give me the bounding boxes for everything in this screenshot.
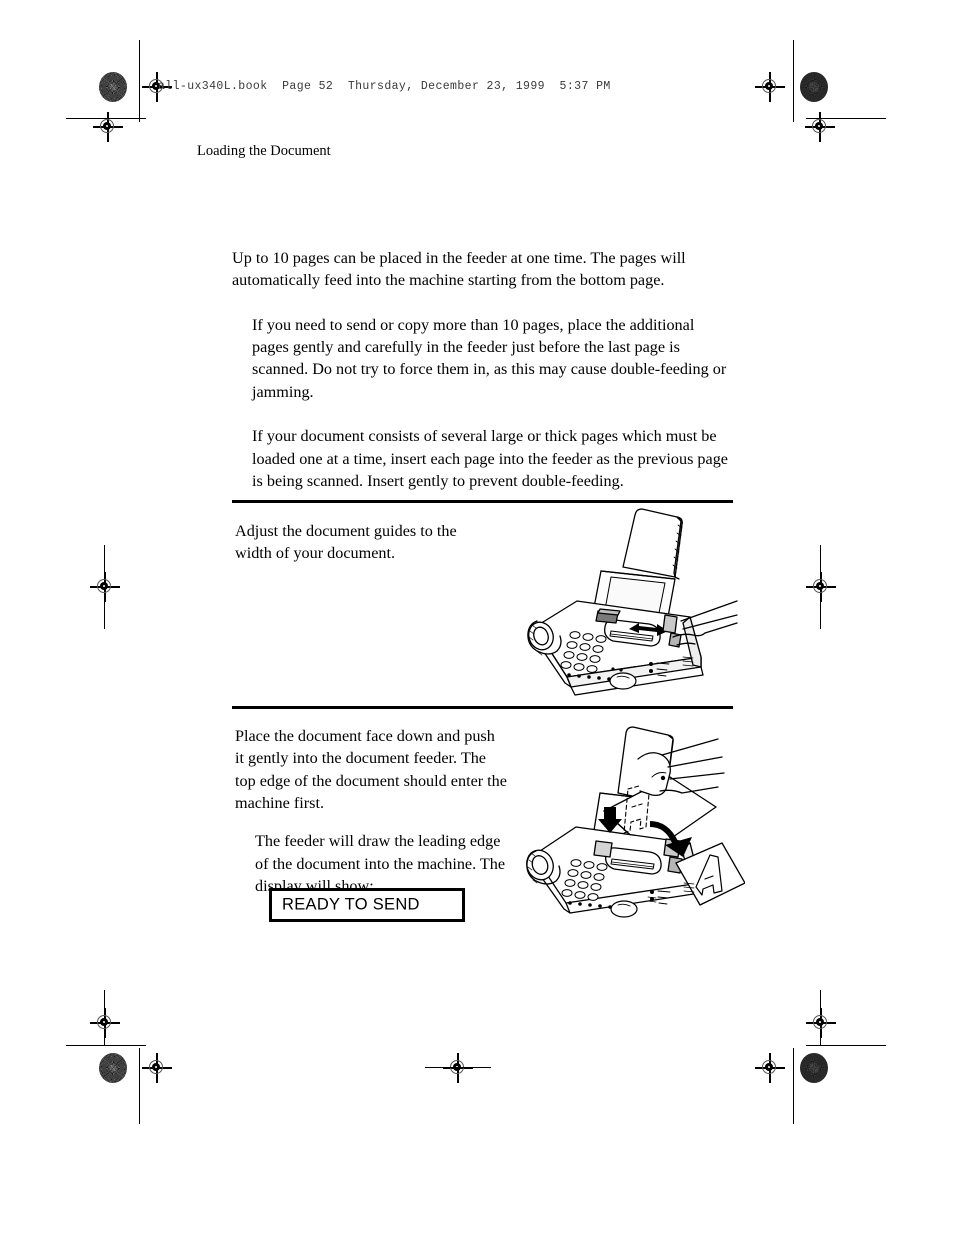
- halftone-circle-top-left: [99, 72, 127, 102]
- crop-line-upper-right-horizontal: [806, 118, 886, 119]
- registration-target-upper-right: [805, 112, 835, 142]
- crop-line-mid-left-vertical: [104, 545, 105, 629]
- registration-target-lower-left: [90, 1008, 120, 1038]
- crop-line-lower-left-vertical: [104, 990, 105, 1046]
- crop-line-mid-right-vertical: [820, 545, 821, 629]
- registration-target-bottom-left: [142, 1053, 172, 1083]
- display-message-box: READY TO SEND: [269, 888, 465, 922]
- step-1-instruction: Adjust the document guides to the width …: [235, 522, 457, 563]
- crop-line-top-left-vertical: [139, 40, 140, 122]
- crop-line-bottom-left-vertical: [139, 1048, 140, 1124]
- crop-line-upper-left-horizontal: [66, 118, 146, 119]
- step-2-text: Place the document face down and push it…: [235, 725, 507, 898]
- registration-target-upper-left: [93, 112, 123, 142]
- registration-target-bottom-center: [443, 1053, 473, 1083]
- crop-line-bottom-right-vertical: [793, 1048, 794, 1124]
- step-1-text: Adjust the document guides to the width …: [235, 520, 495, 565]
- registration-target-top-right: [755, 72, 785, 102]
- illustration-fax-adjust-guides: [505, 505, 740, 700]
- illustration-fax-insert-document: [500, 715, 745, 935]
- registration-target-mid-right: [806, 572, 836, 602]
- halftone-circle-bottom-right: [800, 1053, 828, 1083]
- file-header-stamp: all-ux340L.book Page 52 Thursday, Decemb…: [158, 80, 611, 93]
- step-divider-top: [232, 500, 733, 503]
- step-divider-bottom: [232, 706, 733, 709]
- crop-line-lower-right-vertical: [820, 990, 821, 1046]
- crop-line-bottom-center-horizontal: [425, 1067, 491, 1068]
- crop-line-top-right-vertical: [793, 40, 794, 122]
- registration-target-lower-right: [806, 1008, 836, 1038]
- paragraph-thick-pages: If your document consists of several lar…: [252, 427, 728, 490]
- halftone-circle-bottom-left: [99, 1053, 127, 1083]
- halftone-circle-top-right: [800, 72, 828, 102]
- paragraph-intro: Up to 10 pages can be placed in the feed…: [232, 249, 686, 290]
- crop-line-lower-left-horizontal: [66, 1045, 146, 1046]
- registration-target-bottom-right: [755, 1053, 785, 1083]
- page-title: Loading the Document: [197, 143, 331, 159]
- display-message-text: READY TO SEND: [282, 895, 420, 914]
- registration-target-mid-left: [90, 572, 120, 602]
- step-2-instruction: Place the document face down and push it…: [235, 727, 507, 813]
- body-text-column: Up to 10 pages can be placed in the feed…: [232, 247, 732, 492]
- registration-marks-layer: [0, 0, 954, 1235]
- crop-line-lower-right-horizontal: [806, 1045, 886, 1046]
- paragraph-more-pages: If you need to send or copy more than 10…: [252, 315, 727, 401]
